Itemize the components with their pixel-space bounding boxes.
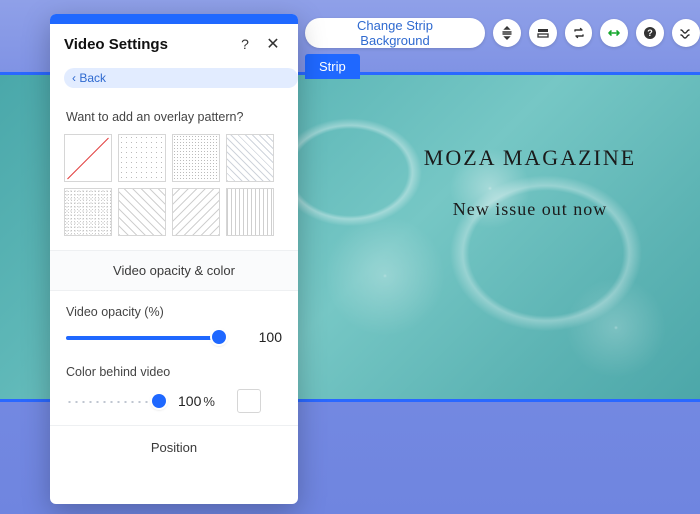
color-behind-chip[interactable] <box>237 389 261 413</box>
pattern-none[interactable] <box>64 134 112 182</box>
back-label: Back <box>79 71 106 85</box>
hero-title: MOZA MAGAZINE <box>370 145 690 171</box>
pattern-diagonal-2[interactable] <box>118 188 166 236</box>
animation-icon[interactable] <box>672 19 700 47</box>
video-opacity-label: Video opacity (%) <box>66 305 282 319</box>
video-opacity-value: 100 <box>238 329 282 345</box>
stretch-icon[interactable] <box>493 19 521 47</box>
loop-icon[interactable] <box>565 19 593 47</box>
editor-stage: MOZA MAGAZINE New issue out now Change S… <box>0 0 700 514</box>
pattern-vertical[interactable] <box>226 188 274 236</box>
panel-title: Video Settings <box>64 36 234 53</box>
width-icon[interactable] <box>600 19 628 47</box>
pattern-noise[interactable] <box>64 188 112 236</box>
color-behind-value: 100 <box>178 393 201 409</box>
strip-toolbar: Change Strip Background ? <box>305 18 700 48</box>
layout-icon[interactable] <box>529 19 557 47</box>
color-behind-label: Color behind video <box>66 365 282 379</box>
pattern-dots-small[interactable] <box>172 134 220 182</box>
color-behind-slider[interactable] <box>66 393 166 409</box>
back-button[interactable]: ‹ Back <box>64 68 298 88</box>
pattern-diagonal-1[interactable] <box>226 134 274 182</box>
video-opacity-slider[interactable] <box>66 329 226 345</box>
section-opacity-color: Video opacity & color <box>50 250 298 291</box>
panel-header: Video Settings ? ✕ <box>50 24 298 68</box>
section-position: Position <box>50 425 298 455</box>
panel-accent-bar <box>50 14 298 24</box>
help-icon[interactable]: ? <box>636 19 664 47</box>
help-button[interactable]: ? <box>234 36 256 52</box>
pattern-diagonal-3[interactable] <box>172 188 220 236</box>
pattern-dots-medium[interactable] <box>118 134 166 182</box>
overlay-pattern-label: Want to add an overlay pattern? <box>50 96 298 130</box>
hero-subtitle: New issue out now <box>370 199 690 220</box>
video-opacity-field: Video opacity (%) 100 <box>50 291 298 351</box>
svg-text:?: ? <box>647 28 653 38</box>
overlay-pattern-grid <box>50 130 298 250</box>
strip-tab[interactable]: Strip <box>305 54 360 79</box>
hero-text: MOZA MAGAZINE New issue out now <box>370 145 690 220</box>
change-strip-background-button[interactable]: Change Strip Background <box>305 18 485 48</box>
color-behind-field: Color behind video 100% <box>50 351 298 419</box>
percent-unit: % <box>203 394 215 409</box>
close-button[interactable]: ✕ <box>262 34 284 54</box>
video-settings-panel: Video Settings ? ✕ ‹ Back Want to add an… <box>50 14 298 504</box>
panel-body: Want to add an overlay pattern? Video op… <box>50 96 298 504</box>
